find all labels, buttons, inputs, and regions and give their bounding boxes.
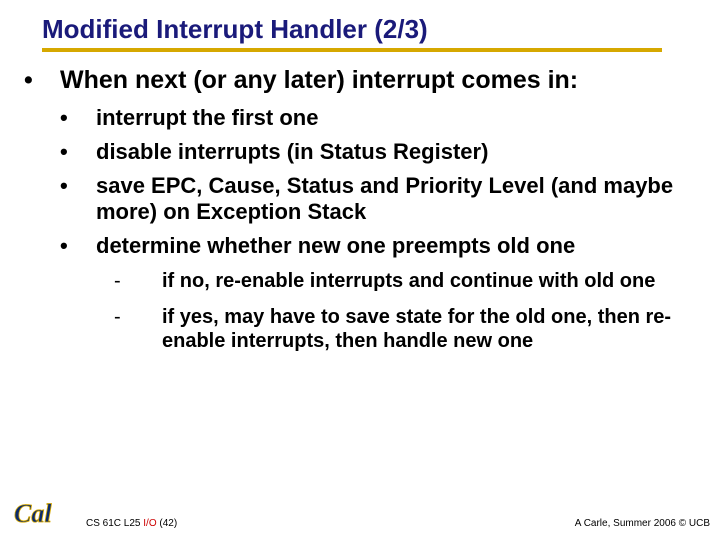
slide-title: Modified Interrupt Handler (2/3) [42,14,662,52]
bullet-level2-text: disable interrupts (in Status Register) [96,139,488,164]
bullet-level2: •interrupt the first one [78,105,690,131]
bullet-level1-text: When next (or any later) interrupt comes… [60,66,578,94]
footer-course: CS 61C L25 [86,518,143,529]
footer-left: CS 61C L25 I/O (42) [86,518,177,529]
bullet-level2: •determine whether new one preempts old … [78,233,690,259]
cal-logo: Cal [10,494,70,532]
dash-item-text: if yes, may have to save state for the o… [162,306,671,352]
dash-item: -if no, re-enable interrupts and continu… [138,269,690,293]
bullet-level2: •save EPC, Cause, Status and Priority Le… [78,173,690,225]
dash-item: -if yes, may have to save state for the … [138,305,690,353]
bullet-level1: •When next (or any later) interrupt come… [42,66,690,95]
slide-body: •When next (or any later) interrupt come… [0,52,720,353]
bullet-level2-text: save EPC, Cause, Status and Priority Lev… [96,173,673,224]
footer-right: A Carle, Summer 2006 © UCB [575,518,710,529]
svg-text:Cal: Cal [14,499,52,528]
footer-page: (42) [157,518,178,529]
bullet-level2-text: determine whether new one preempts old o… [96,233,575,258]
slide-footer: Cal CS 61C L25 I/O (42) A Carle, Summer … [0,494,720,534]
bullet-level2: •disable interrupts (in Status Register) [78,139,690,165]
bullet-level2-text: interrupt the first one [96,105,318,130]
dash-item-text: if no, re-enable interrupts and continue… [162,270,655,292]
footer-io: I/O [143,518,156,529]
